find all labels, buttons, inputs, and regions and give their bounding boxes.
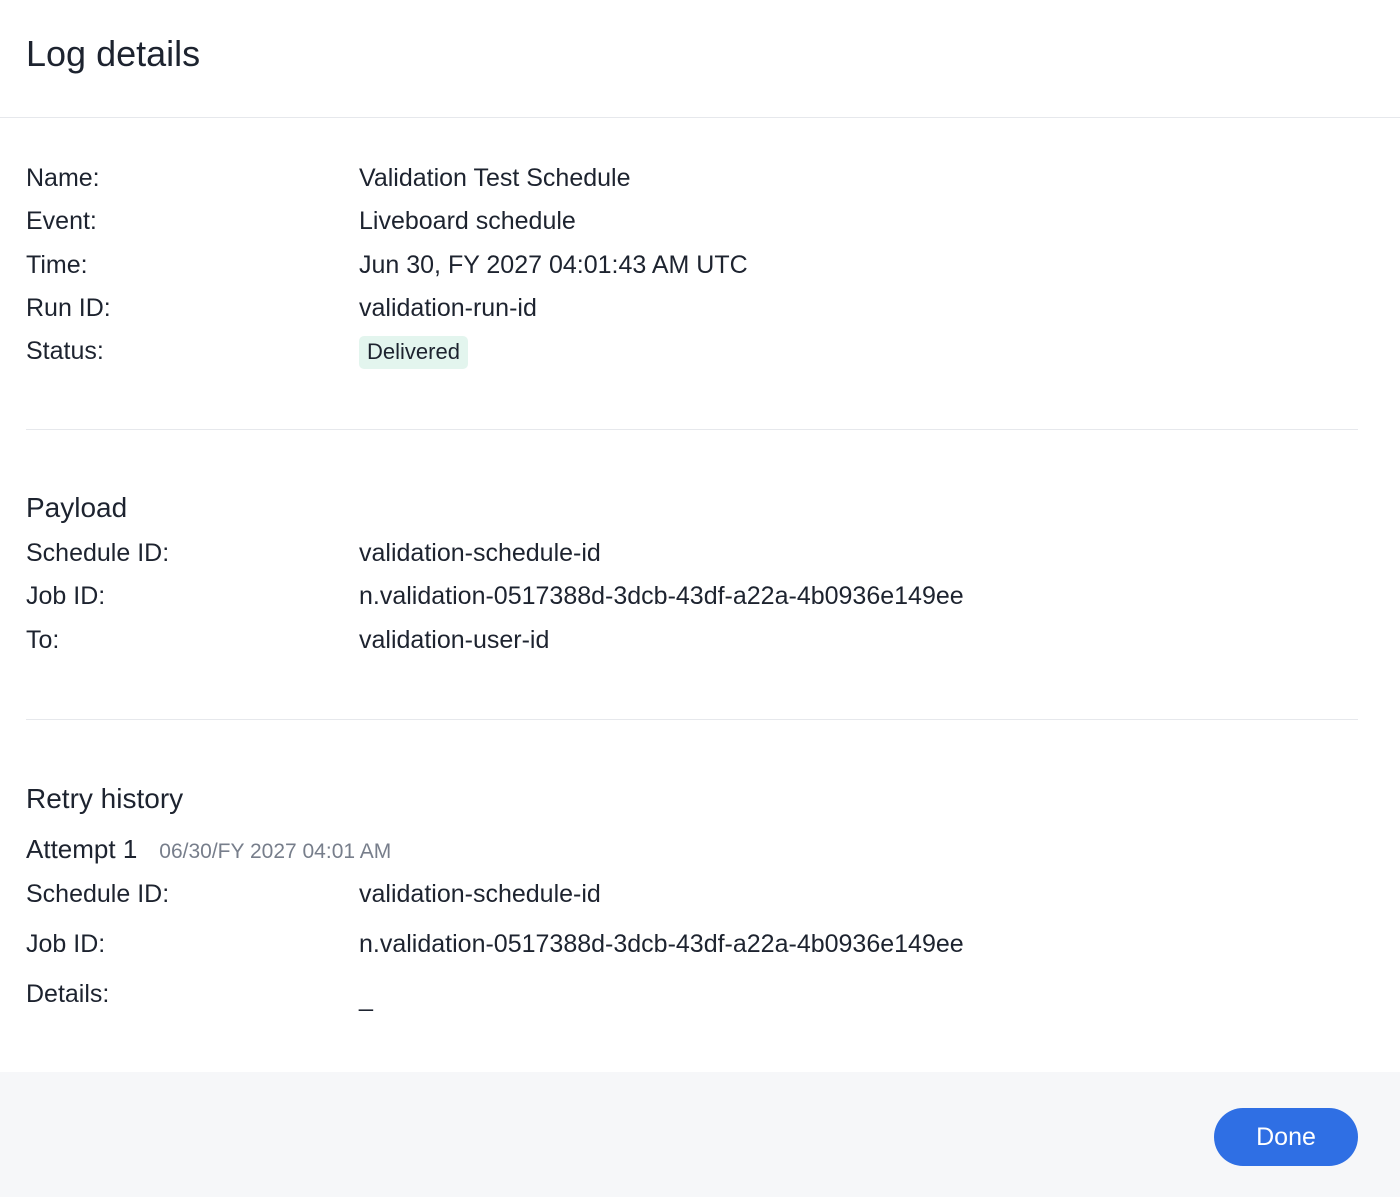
attempt-job-id-row: Job ID: n.validation-0517388d-3dcb-43df-… (26, 929, 1358, 979)
dialog-footer: Done (0, 1072, 1400, 1197)
payload-job-id-label: Job ID: (26, 582, 106, 611)
payload-section: Payload Schedule ID: validation-schedule… (26, 430, 1358, 719)
attempt-header: Attempt 1 06/30/FY 2027 04:01 AM (26, 829, 1358, 879)
dialog-content: Name: Validation Test Schedule Event: Li… (0, 118, 1400, 1029)
attempt-schedule-id-label: Schedule ID: (26, 880, 170, 908)
status-row: Status: Delivered (26, 336, 1358, 379)
time-label: Time: (26, 250, 88, 279)
payload-schedule-id-row: Schedule ID: validation-schedule-id (26, 538, 1358, 581)
time-value: Jun 30, FY 2027 04:01:43 AM UTC (359, 250, 748, 279)
run-id-row: Run ID: validation-run-id (26, 293, 1358, 336)
dialog-title: Log details (26, 33, 201, 74)
retry-history-title: Retry history (26, 783, 184, 814)
status-label: Status: (26, 337, 104, 366)
attempt-job-id-value: n.validation-0517388d-3dcb-43df-a22a-4b0… (359, 930, 964, 958)
payload-schedule-id-label: Schedule ID: (26, 539, 170, 567)
time-row: Time: Jun 30, FY 2027 04:01:43 AM UTC (26, 250, 1358, 293)
log-details-dialog: Log details Name: Validation Test Schedu… (0, 0, 1400, 1197)
name-row: Name: Validation Test Schedule (26, 163, 1358, 206)
payload-job-id-row: Job ID: n.validation-0517388d-3dcb-43df-… (26, 581, 1358, 624)
payload-schedule-id-value: validation-schedule-id (359, 539, 601, 567)
payload-to-label: To: (26, 625, 60, 654)
payload-to-value: validation-user-id (359, 625, 550, 654)
run-id-value: validation-run-id (359, 293, 537, 322)
attempt-job-id-label: Job ID: (26, 930, 106, 958)
attempt-details-row: Details: _ (26, 979, 1358, 1029)
run-id-label: Run ID: (26, 293, 111, 322)
attempt-title: Attempt 1 (26, 834, 138, 864)
retry-history-section: Retry history Attempt 1 06/30/FY 2027 04… (26, 720, 1358, 1029)
attempt-timestamp: 06/30/FY 2027 04:01 AM (159, 840, 392, 863)
name-value: Validation Test Schedule (359, 164, 631, 192)
event-row: Event: Liveboard schedule (26, 206, 1358, 249)
event-label: Event: (26, 207, 97, 236)
general-section: Name: Validation Test Schedule Event: Li… (26, 118, 1358, 429)
attempt-schedule-id-row: Schedule ID: validation-schedule-id (26, 879, 1358, 929)
name-label: Name: (26, 164, 100, 192)
payload-job-id-value: n.validation-0517388d-3dcb-43df-a22a-4b0… (359, 582, 964, 611)
attempt-schedule-id-value: validation-schedule-id (359, 880, 601, 908)
attempt-details-label: Details: (26, 980, 110, 1008)
attempt-details-value: _ (359, 984, 373, 1012)
payload-title: Payload (26, 492, 128, 523)
payload-to-row: To: validation-user-id (26, 625, 1358, 668)
done-button[interactable]: Done (1214, 1108, 1358, 1166)
dialog-header: Log details (0, 0, 1400, 118)
event-value: Liveboard schedule (359, 207, 576, 236)
status-badge: Delivered (359, 336, 468, 370)
